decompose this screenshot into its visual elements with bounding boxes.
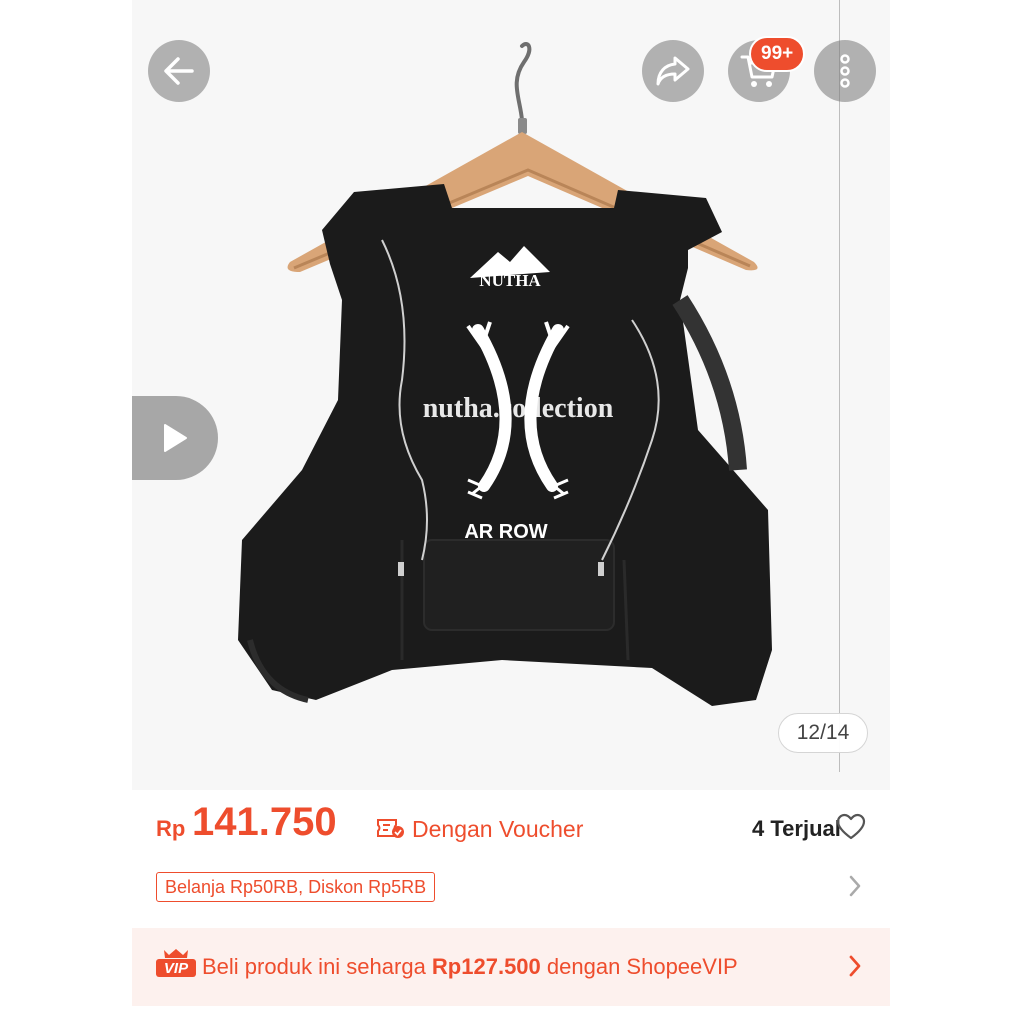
price-currency: Rp	[156, 816, 186, 841]
brand-logo-text: NUTHA	[479, 271, 541, 290]
share-arrow-icon	[656, 56, 690, 86]
sold-count: 4 Terjual	[752, 816, 841, 841]
product-page: NUTHA AR ROW nutha.collection 99+ 12/14 …	[132, 0, 890, 1024]
chevron-right-icon	[849, 955, 861, 977]
arrow-left-icon	[164, 57, 194, 85]
back-button[interactable]	[148, 40, 210, 102]
price-value: 141.750	[192, 800, 337, 844]
discount-promo-tag[interactable]: Belanja Rp50RB, Diskon Rp5RB	[156, 872, 436, 902]
product-photo: NUTHA AR ROW nutha.collection	[238, 42, 772, 706]
image-scroll-indicator	[839, 0, 840, 772]
play-video-button[interactable]	[132, 396, 218, 480]
vest-print-text: AR ROW	[464, 521, 547, 543]
shopee-vip-banner[interactable]: VIP Beli produk ini seharga Rp127.500 de…	[132, 928, 890, 1006]
vip-badge-text: VIP	[164, 960, 189, 977]
price-section: Rp 141.750 Dengan Voucher 4 Terjual	[156, 800, 866, 856]
play-icon	[164, 424, 187, 452]
more-vertical-icon	[840, 54, 850, 88]
vip-price: Rp127.500	[431, 954, 541, 979]
cart-count-badge: 99+	[749, 36, 806, 72]
voucher-icon	[377, 819, 404, 838]
more-options-button[interactable]	[814, 40, 876, 102]
watermark-text: nutha.collection	[423, 393, 614, 424]
product-image-gallery[interactable]: NUTHA AR ROW nutha.collection 99+ 12/14	[132, 0, 890, 790]
heart-icon[interactable]	[836, 813, 866, 841]
vip-text-after: dengan ShopeeVIP	[540, 954, 738, 979]
voucher-label: Dengan Voucher	[412, 816, 584, 842]
share-button[interactable]	[642, 40, 704, 102]
vip-offer-text: Beli produk ini seharga Rp127.500 dengan…	[202, 954, 738, 980]
vip-crown-icon: VIP	[156, 949, 196, 977]
vip-text-before: Beli produk ini seharga	[202, 954, 432, 979]
image-counter: 12/14	[778, 713, 868, 753]
chevron-right-icon[interactable]	[848, 874, 862, 898]
